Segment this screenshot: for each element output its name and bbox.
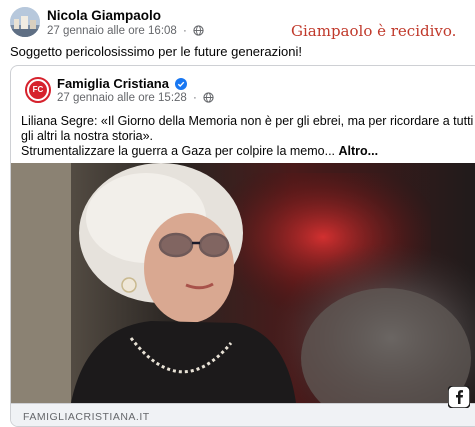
author-avatar[interactable] [10,7,40,37]
meta-separator: · [193,92,197,104]
article-photo-drawing [11,163,475,426]
shared-text-line-1: Liliana Segre: «Il Giorno della Memoria … [21,114,474,143]
globe-icon [203,92,214,106]
post-meta: 27 gennaio alle ore 16:08 · [47,25,204,39]
post-timestamp[interactable]: 27 gennaio alle ore 16:08 [47,25,177,37]
author-name[interactable]: Nicola Giampaolo [47,8,161,23]
shared-post-meta: 27 gennaio alle ore 15:28 · [57,92,214,106]
shared-text-line-2: Strumentalizzare la guerra a Gaza per co… [21,144,475,159]
facebook-app-icon[interactable] [447,385,471,409]
shared-post-card[interactable]: FC Famiglia Cristiana 27 gennaio alle or… [10,65,475,427]
article-photo[interactable] [11,163,475,426]
shared-post-timestamp[interactable]: 27 gennaio alle ore 15:28 [57,92,187,104]
shared-text-excerpt: Strumentalizzare la guerra a Gaza per co… [21,144,339,158]
link-domain: FAMIGLIACRISTIANA.IT [23,411,150,423]
post-text: Soggetto pericolosissimo per le future g… [10,44,302,59]
red-annotation: Giampaolo è recidivo. [291,22,457,40]
see-more-link[interactable]: Altro... [339,144,379,158]
shared-page-name: Famiglia Cristiana [57,76,187,93]
verified-badge-icon [174,78,187,93]
globe-icon [193,25,204,39]
link-preview-bar[interactable]: FAMIGLIACRISTIANA.IT [11,403,475,426]
page-name-link[interactable]: Famiglia Cristiana [57,76,169,91]
meta-separator: · [183,25,187,37]
shared-post-text: Liliana Segre: «Il Giorno della Memoria … [21,114,475,159]
page-logo-initials: FC [29,81,47,99]
page-avatar[interactable]: FC [25,77,51,103]
post-header: Nicola Giampaolo 27 gennaio alle ore 16:… [0,0,475,40]
